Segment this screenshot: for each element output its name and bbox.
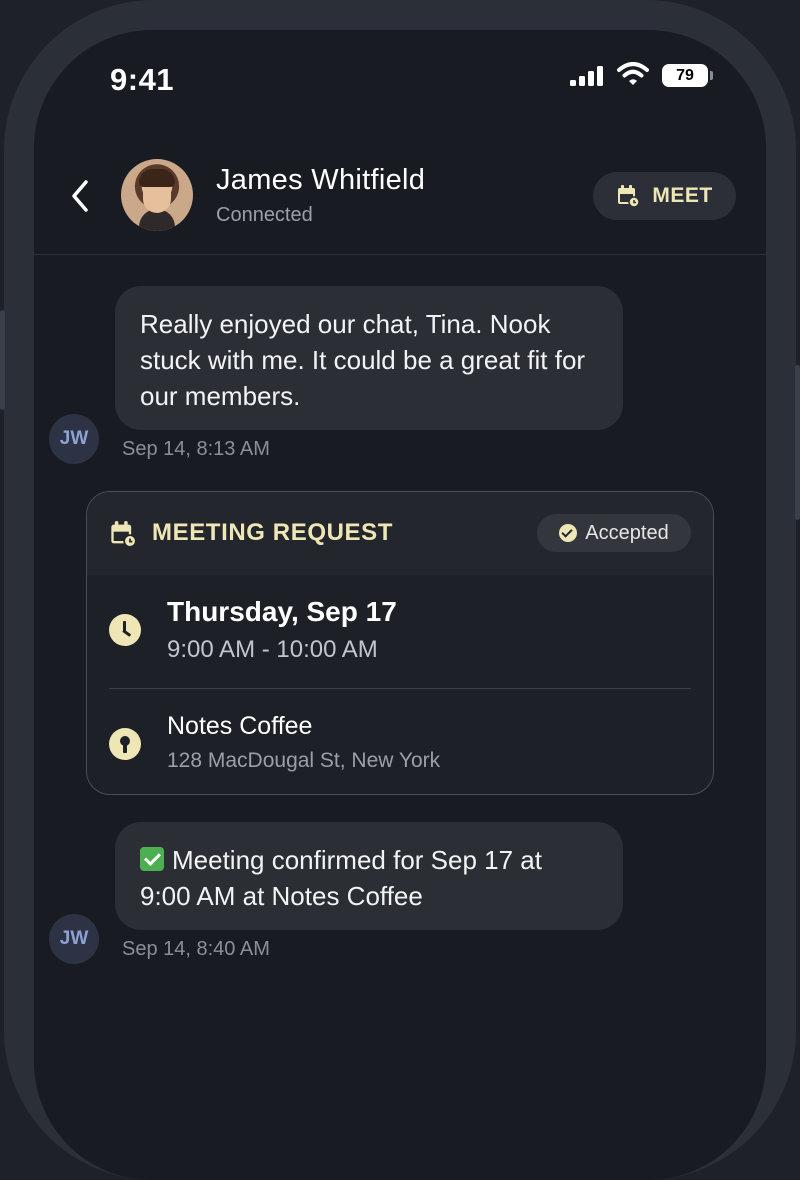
header-divider xyxy=(34,254,766,255)
meeting-day: Thursday, Sep 17 xyxy=(167,596,397,627)
sender-avatar[interactable]: JW xyxy=(49,914,99,964)
meeting-place: Notes Coffee xyxy=(167,712,313,740)
location-pin-icon xyxy=(109,728,141,760)
card-divider xyxy=(109,688,691,689)
message-timestamp: Sep 14, 8:13 AM xyxy=(122,438,270,460)
check-circle-icon xyxy=(559,524,578,542)
message-bubble[interactable]: Meeting confirmed for Sep 17 at 9:00 AM … xyxy=(115,822,623,930)
back-chevron-icon[interactable] xyxy=(64,176,98,216)
signal-icon xyxy=(570,66,606,86)
calendar-icon xyxy=(111,521,137,548)
phone-screen: 9:41 79 James Whitfield Connected MEET R… xyxy=(34,30,766,1180)
battery-tip xyxy=(710,71,713,80)
meeting-address: 128 MacDougal St, New York xyxy=(167,749,441,772)
connection-status: Connected xyxy=(216,204,313,226)
meeting-request-card[interactable]: MEETING REQUEST Accepted Thursday, Sep 1… xyxy=(86,491,714,795)
clock-icon xyxy=(109,614,141,646)
wifi-icon xyxy=(617,62,649,85)
card-header: MEETING REQUEST Accepted xyxy=(87,492,713,575)
sender-avatar[interactable]: JW xyxy=(49,414,99,464)
avatar[interactable] xyxy=(121,159,193,231)
message-text: Meeting confirmed for Sep 17 at 9:00 AM … xyxy=(140,845,542,911)
card-title: MEETING REQUEST xyxy=(152,519,394,546)
status-badge-label: Accepted xyxy=(585,521,669,544)
status-badge: Accepted xyxy=(537,514,691,552)
side-button-left xyxy=(0,310,5,410)
meeting-hours: 9:00 AM - 10:00 AM xyxy=(167,636,378,663)
side-button-right xyxy=(795,365,800,520)
calendar-icon xyxy=(618,185,641,208)
meet-button[interactable]: MEET xyxy=(593,172,736,220)
message-timestamp: Sep 14, 8:40 AM xyxy=(122,938,270,960)
checkmark-emoji-icon xyxy=(140,847,164,871)
meet-button-label: MEET xyxy=(652,184,713,207)
contact-name[interactable]: James Whitfield xyxy=(216,164,425,197)
status-time: 9:41 xyxy=(110,62,175,97)
battery-icon: 79 xyxy=(662,64,708,87)
message-bubble[interactable]: Really enjoyed our chat, Tina. Nook stuc… xyxy=(115,286,623,430)
